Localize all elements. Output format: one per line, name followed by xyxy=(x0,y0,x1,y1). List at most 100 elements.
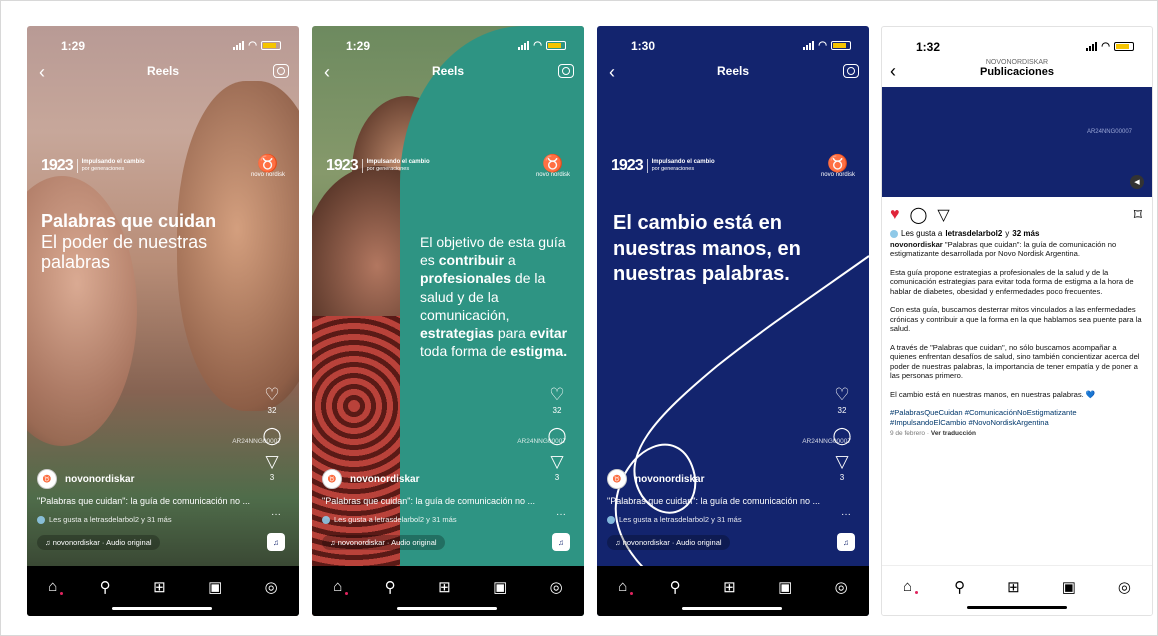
back-icon[interactable]: ‹ xyxy=(890,61,896,82)
mute-icon[interactable]: ◀ xyxy=(1130,175,1144,189)
camera-icon[interactable] xyxy=(843,64,859,78)
hashtags[interactable]: #PalabrasQueCuidan #ComunicaciónNoEstigm… xyxy=(890,408,1142,427)
status-time: 1:32 xyxy=(916,40,941,54)
avatar: ♉ xyxy=(607,469,627,489)
home-icon[interactable]: ⌂ xyxy=(48,578,57,595)
add-icon[interactable]: ⊞ xyxy=(438,578,451,596)
bottom-nav: ⌂ ⚲ ⊞ ▣ ◎ xyxy=(597,566,869,616)
more-icon[interactable]: ··· xyxy=(841,509,851,520)
username[interactable]: novonordiskar xyxy=(890,240,943,249)
reels-icon[interactable]: ▣ xyxy=(1062,578,1076,596)
reel-body-text: El objetivo de esta guía es contribuir a… xyxy=(420,234,568,360)
back-icon[interactable]: ‹ xyxy=(324,62,330,83)
page-title: Reels xyxy=(431,64,465,78)
signal-icon xyxy=(1086,42,1098,51)
notification-dot xyxy=(345,592,348,595)
reel-screen-2: 1:29 ◠ ‹ Reels 1923 Impulsando el cambio p… xyxy=(312,26,584,616)
more-icon[interactable]: ··· xyxy=(556,509,566,520)
notification-dot xyxy=(915,591,918,594)
shares-count: 3 xyxy=(554,473,560,482)
share-icon[interactable]: ▽ xyxy=(550,453,563,470)
liked-by[interactable]: Les gusta a letrasdelarbol2 y 31 más xyxy=(322,515,457,524)
battery-icon xyxy=(831,41,851,50)
camera-icon[interactable] xyxy=(273,64,289,78)
avatar: ♉ xyxy=(322,469,342,489)
status-bar: 1:29 ◠ xyxy=(27,39,299,55)
wifi-icon: ◠ xyxy=(533,40,542,51)
home-icon[interactable]: ⌂ xyxy=(903,578,912,595)
reel-account[interactable]: ♉ novonordiskar xyxy=(322,469,419,489)
post-actions: ♥ ◯ ▽ ⌑ xyxy=(890,205,1142,225)
audio-label[interactable]: ♫ novonordiskar · Audio original xyxy=(607,535,730,550)
audio-thumbnail[interactable]: ♫ xyxy=(552,533,570,551)
page-title: Reels xyxy=(716,64,750,78)
reel-account[interactable]: ♉ novonordiskar xyxy=(607,469,704,489)
username[interactable]: novonordiskar xyxy=(65,474,134,485)
share-icon[interactable]: ▽ xyxy=(835,453,848,470)
battery-icon xyxy=(1114,42,1134,51)
screenshot-collage: 1:29 ◠ ‹ Reels 1923 Impulsando el cambio p… xyxy=(0,0,1158,636)
post-detail-screen: 1:32 ◠ ‹ NOVONORDISKAR Publicaciones AR2… xyxy=(881,26,1153,616)
search-icon[interactable]: ⚲ xyxy=(954,578,965,596)
liked-by[interactable]: Les gusta a letrasdelarbol2 y 31 más xyxy=(607,515,742,524)
reel-caption[interactable]: "Palabras que cuidan": la guía de comuni… xyxy=(322,496,556,506)
wifi-icon: ◠ xyxy=(248,40,257,51)
home-indicator xyxy=(967,606,1067,609)
search-icon[interactable]: ⚲ xyxy=(670,578,681,596)
avatar[interactable]: ♉ xyxy=(37,469,57,489)
back-icon[interactable]: ‹ xyxy=(609,62,615,83)
post-media[interactable]: AR24NNG00007 ◀ xyxy=(882,87,1152,197)
shares-count: 3 xyxy=(269,473,275,482)
search-icon[interactable]: ⚲ xyxy=(385,578,396,596)
likes-count: 32 xyxy=(267,406,277,415)
reels-icon[interactable]: ▣ xyxy=(778,578,792,596)
back-icon[interactable]: ‹ xyxy=(39,62,45,83)
translate-link[interactable]: Ver traducción xyxy=(931,430,976,437)
camera-icon[interactable] xyxy=(558,64,574,78)
reel-caption[interactable]: "Palabras que cuidan": la guía de comuni… xyxy=(37,496,271,506)
post-caption: novonordiskar "Palabras que cuidan": la … xyxy=(890,240,1142,438)
notification-dot xyxy=(60,592,63,595)
bookmark-icon[interactable]: ⌑ xyxy=(1134,205,1142,225)
profile-icon[interactable]: ◎ xyxy=(835,578,848,596)
share-icon[interactable]: ▽ xyxy=(937,205,949,225)
audio-thumbnail[interactable]: ♫ xyxy=(837,533,855,551)
reels-header: ‹ Reels xyxy=(597,62,869,84)
reels-header: ‹ Reels xyxy=(312,62,584,84)
reel-video-3[interactable] xyxy=(597,26,869,616)
more-icon[interactable]: ··· xyxy=(271,509,281,520)
reels-icon[interactable]: ▣ xyxy=(208,578,222,596)
heart-icon[interactable]: ♡ xyxy=(834,386,849,403)
reference-code: AR24NNG00007 xyxy=(802,438,851,445)
reference-code: AR24NNG00007 xyxy=(1086,129,1132,135)
home-icon[interactable]: ⌂ xyxy=(618,578,627,595)
profile-icon[interactable]: ◎ xyxy=(265,578,278,596)
liked-by[interactable]: Les gusta a letrasdelarbol2 y 31 más xyxy=(37,515,172,524)
audio-label[interactable]: ♫ novonordiskar · Audio original xyxy=(37,535,160,550)
novo-nordisk-logo: ♉ novo nordisk xyxy=(820,153,855,178)
profile-icon[interactable]: ◎ xyxy=(1118,578,1131,596)
status-bar: 1:29 ◠ xyxy=(312,39,584,55)
reel-video-1[interactable] xyxy=(27,26,299,616)
reel-account[interactable]: ♉ novonordiskar xyxy=(37,469,134,489)
liked-by[interactable]: Les gusta a letrasdelarbol2 y 32 más xyxy=(890,229,1144,238)
add-icon[interactable]: ⊞ xyxy=(723,578,736,596)
page-title: Reels xyxy=(146,64,180,78)
comment-icon[interactable]: ◯ xyxy=(910,205,928,225)
reel-caption[interactable]: "Palabras que cuidan": la guía de comuni… xyxy=(607,496,841,506)
brand-header: 1923 Impulsando el cambio por generaciones… xyxy=(326,153,570,178)
profile-icon[interactable]: ◎ xyxy=(550,578,563,596)
audio-label[interactable]: ♫ novonordiskar · Audio original xyxy=(322,535,445,550)
heart-filled-icon[interactable]: ♥ xyxy=(890,206,900,224)
1923-logo: 1923 xyxy=(611,157,644,174)
add-icon[interactable]: ⊞ xyxy=(153,578,166,596)
audio-thumbnail[interactable]: ♫ xyxy=(267,533,285,551)
heart-icon[interactable]: ♡ xyxy=(549,386,564,403)
brand-tagline: Impulsando el cambio xyxy=(81,159,145,166)
reels-icon[interactable]: ▣ xyxy=(493,578,507,596)
search-icon[interactable]: ⚲ xyxy=(100,578,111,596)
heart-icon[interactable]: ♡ xyxy=(264,386,279,403)
add-icon[interactable]: ⊞ xyxy=(1007,578,1020,596)
home-icon[interactable]: ⌂ xyxy=(333,578,342,595)
share-icon[interactable]: ▽ xyxy=(265,453,278,470)
